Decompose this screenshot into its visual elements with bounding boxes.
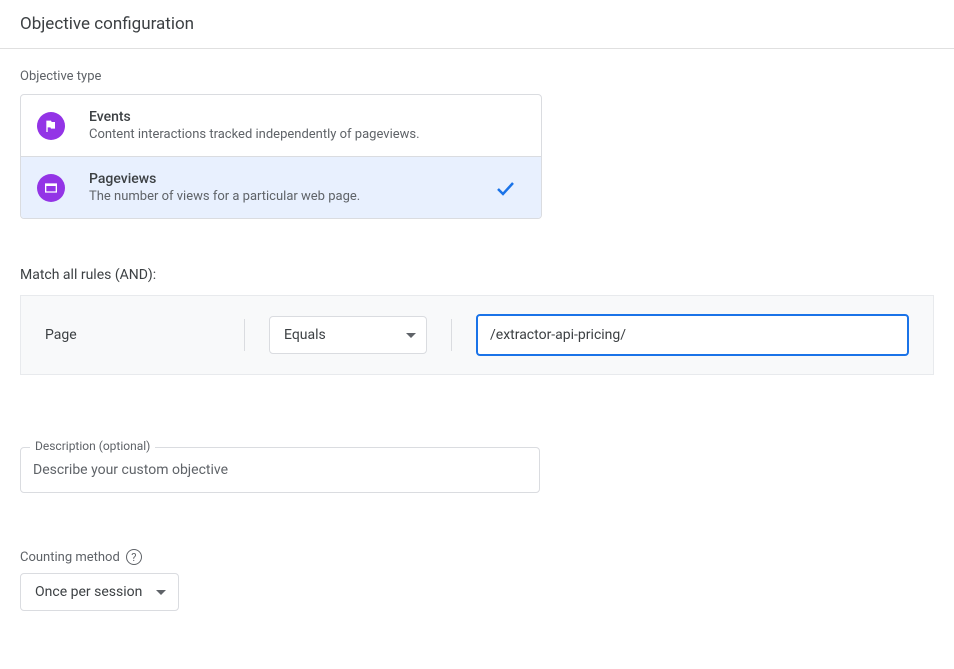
- counting-method-select[interactable]: Once per session: [20, 573, 179, 611]
- counting-label-row: Counting method ?: [20, 549, 934, 565]
- rules-box: Page Equals: [20, 295, 934, 375]
- rule-field-label: Page: [45, 327, 220, 343]
- chevron-down-icon: [156, 590, 166, 595]
- objective-option-events[interactable]: Events Content interactions tracked inde…: [21, 95, 541, 156]
- check-icon: [493, 176, 517, 200]
- page-header: Objective configuration: [0, 0, 954, 49]
- chevron-down-icon: [406, 333, 416, 338]
- help-icon[interactable]: ?: [126, 549, 142, 565]
- counting-method-value: Once per session: [35, 584, 142, 600]
- objective-type-label: Objective type: [20, 69, 934, 84]
- objective-option-pageviews[interactable]: Pageviews The number of views for a part…: [21, 156, 541, 218]
- page-title: Objective configuration: [20, 14, 934, 34]
- option-title: Pageviews: [89, 171, 481, 187]
- counting-method-label: Counting method: [20, 550, 120, 565]
- divider: [451, 319, 452, 351]
- option-title: Events: [89, 109, 525, 125]
- option-desc: The number of views for a particular web…: [89, 189, 481, 204]
- option-text: Pageviews The number of views for a part…: [89, 171, 481, 204]
- divider: [244, 319, 245, 351]
- option-desc: Content interactions tracked independent…: [89, 127, 525, 142]
- pageview-icon: [37, 174, 65, 202]
- flag-icon: [37, 112, 65, 140]
- option-text: Events Content interactions tracked inde…: [89, 109, 525, 142]
- rule-operator-select[interactable]: Equals: [269, 316, 427, 354]
- rule-value-input[interactable]: [476, 314, 909, 356]
- description-wrap: Description (optional): [20, 447, 540, 493]
- description-input[interactable]: [20, 447, 540, 493]
- description-float-label: Description (optional): [30, 439, 155, 453]
- rule-operator-value: Equals: [284, 327, 326, 343]
- objective-type-options: Events Content interactions tracked inde…: [20, 94, 542, 219]
- match-rules-label: Match all rules (AND):: [20, 267, 934, 283]
